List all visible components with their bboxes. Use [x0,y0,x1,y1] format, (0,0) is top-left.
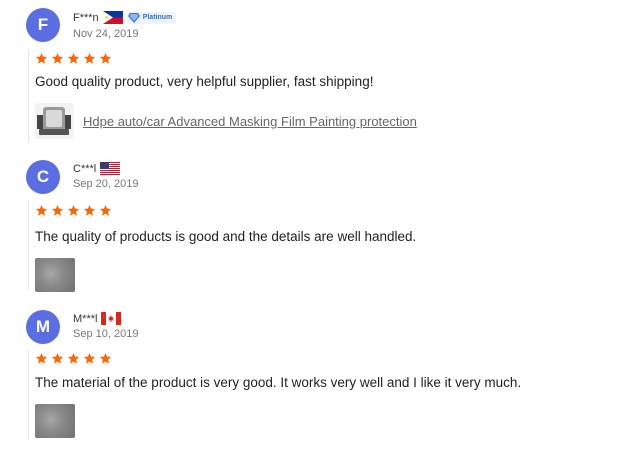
diamond-icon [127,12,140,23]
star-icon [51,204,64,216]
review-date: Nov 24, 2019 [73,28,139,40]
canada-flag-icon [101,312,122,325]
avatar: C [26,160,60,194]
star-icon [35,52,48,64]
review-text: The material of the product is very good… [35,375,522,390]
star-icon [35,204,48,216]
reviewer-name: F***n [73,11,99,24]
badge-label: Platinum [142,14,173,21]
avatar: M [26,310,60,344]
star-icon [83,204,96,216]
star-icon [83,352,96,364]
product-thumbnail[interactable] [35,103,73,139]
star-icon [99,52,112,64]
platinum-badge: Platinum [126,11,177,24]
avatar: F [26,8,60,42]
review-date: Sep 10, 2019 [73,328,139,340]
star-icon [67,52,80,64]
review-photo-thumbnail[interactable] [35,404,75,438]
star-icon [51,52,64,64]
reviewer-line: F***n Platinum [73,11,177,24]
product-link[interactable]: Hdpe auto/car Advanced Masking Film Pain… [83,114,417,129]
review-body: The quality of products is good and the … [28,200,417,292]
reviewer-line: M***l [73,312,122,325]
star-icon [67,204,80,216]
star-rating [35,52,417,65]
reviewer-name: C***l [73,162,97,175]
review-text: Good quality product, very helpful suppl… [35,74,374,89]
review-body: Good quality product, very helpful suppl… [28,50,417,142]
usa-flag-icon [100,162,121,175]
reviewer-name: M***l [73,312,98,325]
product-reference[interactable]: Hdpe auto/car Advanced Masking Film Pain… [35,103,417,139]
review-body: The material of the product is very good… [28,350,521,440]
star-icon [51,352,64,364]
review-photo-thumbnail[interactable] [35,258,75,292]
star-icon [35,352,48,364]
reviewer-line: C***l [73,162,121,175]
star-icon [99,204,112,216]
star-icon [99,352,112,364]
review-text: The quality of products is good and the … [35,229,417,244]
star-icon [67,352,80,364]
star-rating [35,204,416,217]
philippines-flag-icon [102,11,123,24]
review-date: Sep 20, 2019 [73,178,139,190]
star-rating [35,352,521,365]
star-icon [83,52,96,64]
